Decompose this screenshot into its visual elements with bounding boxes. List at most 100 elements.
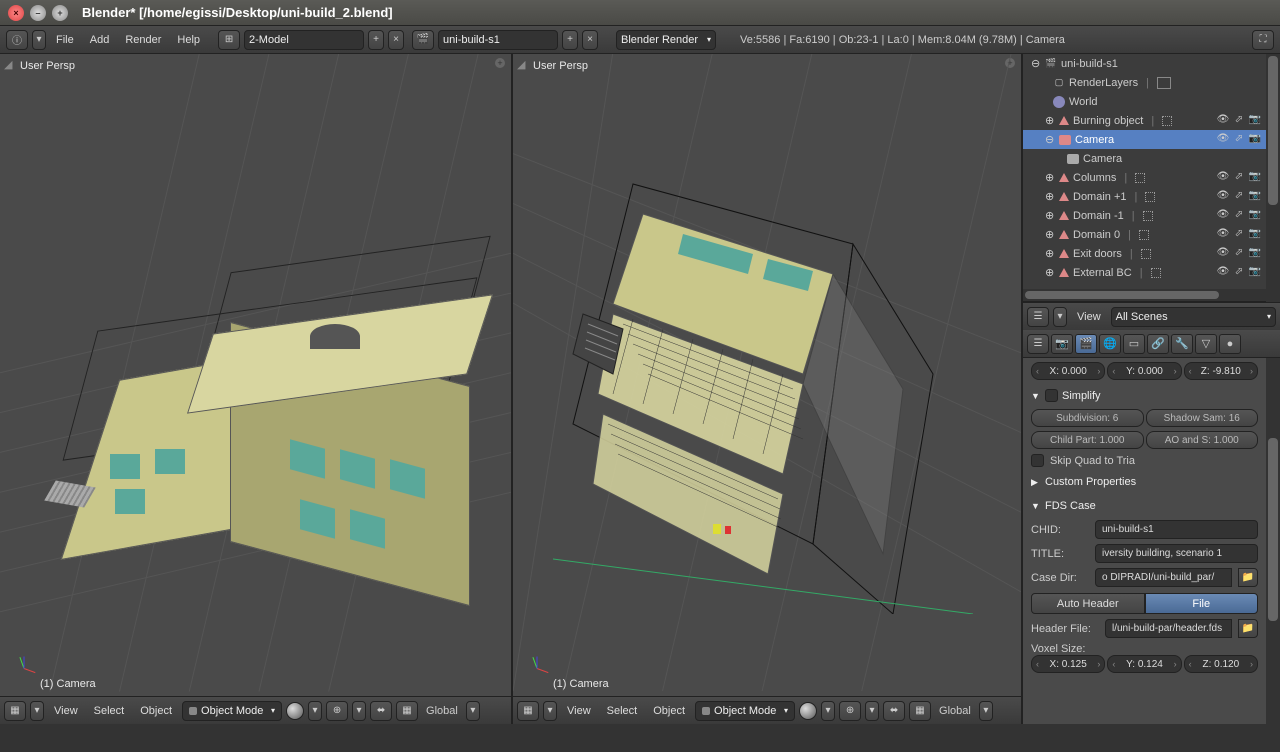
pivot-icon[interactable]: ⊕ bbox=[839, 701, 861, 721]
layout-browse-icon[interactable]: ⊞ bbox=[218, 30, 240, 50]
shading-dropdown-icon[interactable]: ▾ bbox=[821, 701, 835, 721]
expand-icon[interactable]: ⊕ bbox=[1045, 171, 1055, 184]
tab-render-icon[interactable]: 📷 bbox=[1051, 334, 1073, 354]
object-menu[interactable]: Object bbox=[134, 702, 178, 720]
outliner-type-icon[interactable]: ☰ bbox=[1027, 307, 1049, 327]
expand-icon[interactable]: ⊕ bbox=[1045, 209, 1055, 222]
scene-add-button[interactable]: + bbox=[562, 30, 578, 50]
casedir-browse-button[interactable]: 📁 bbox=[1238, 568, 1258, 587]
outliner-object-row[interactable]: ⊕ External BC | 👁⬀📷 bbox=[1023, 263, 1266, 282]
gravity-y-field[interactable]: Y: 0.000 bbox=[1107, 362, 1181, 380]
visibility-icon[interactable]: 👁 bbox=[1216, 209, 1230, 223]
casedir-input[interactable]: o DIPRADI/uni-build_par/ bbox=[1095, 568, 1232, 587]
view-menu[interactable]: View bbox=[561, 702, 597, 720]
properties-scrollbar[interactable] bbox=[1266, 358, 1280, 724]
pivot-dropdown-icon[interactable]: ▾ bbox=[865, 701, 879, 721]
info-icon[interactable]: ⓘ bbox=[6, 30, 28, 50]
tab-object-icon[interactable]: ▭ bbox=[1123, 334, 1145, 354]
renderable-icon[interactable]: 📷 bbox=[1248, 171, 1262, 185]
expand-icon[interactable]: ⊕ bbox=[1045, 190, 1055, 203]
window-close-button[interactable]: × bbox=[8, 5, 24, 21]
layout-add-button[interactable]: + bbox=[368, 30, 384, 50]
selectable-icon[interactable]: ⬀ bbox=[1232, 247, 1246, 261]
renderable-icon[interactable]: 📷 bbox=[1248, 247, 1262, 261]
view-menu[interactable]: View bbox=[48, 702, 84, 720]
orientation-label[interactable]: Global bbox=[422, 705, 462, 717]
menu-render[interactable]: Render bbox=[119, 31, 167, 49]
render-engine-dropdown[interactable]: Blender Render▾ bbox=[616, 30, 716, 50]
menu-add[interactable]: Add bbox=[84, 31, 116, 49]
menu-file[interactable]: File bbox=[50, 31, 80, 49]
disclosure-icon[interactable]: ⊖ bbox=[1045, 133, 1055, 146]
editor-type-icon[interactable]: ▦ bbox=[517, 701, 539, 721]
chid-input[interactable]: uni-build-s1 bbox=[1095, 520, 1258, 539]
outliner-scrollbar-v[interactable] bbox=[1266, 54, 1280, 302]
visibility-icon[interactable]: 👁 bbox=[1216, 228, 1230, 242]
expand-icon[interactable]: ⊕ bbox=[1045, 266, 1055, 279]
auto-header-tab[interactable]: Auto Header bbox=[1031, 593, 1145, 614]
shadow-samples-field[interactable]: Shadow Sam: 16 bbox=[1146, 409, 1259, 427]
scene-name-field[interactable]: uni-build-s1 bbox=[438, 30, 558, 50]
disclosure-icon[interactable]: ▼ bbox=[1031, 391, 1041, 401]
gravity-z-field[interactable]: Z: -9.810 bbox=[1184, 362, 1258, 380]
selectable-icon[interactable]: ⬀ bbox=[1232, 114, 1246, 128]
orientation-label[interactable]: Global bbox=[935, 705, 975, 717]
outliner-object-row[interactable]: ⊕ Burning object | 👁⬀📷 bbox=[1023, 111, 1266, 130]
outliner-object-row[interactable]: ⊕ Domain +1 | 👁⬀📷 bbox=[1023, 187, 1266, 206]
layout-delete-button[interactable]: × bbox=[388, 30, 404, 50]
outliner-camera-row[interactable]: ⊖ Camera 👁⬀📷 bbox=[1023, 130, 1266, 149]
fds-header[interactable]: ▼ FDS Case bbox=[1031, 497, 1258, 515]
shading-dropdown-icon[interactable]: ▾ bbox=[308, 701, 322, 721]
disclosure-icon[interactable]: ▼ bbox=[1031, 501, 1041, 511]
visibility-icon[interactable]: 👁 bbox=[1216, 190, 1230, 204]
layers-icon[interactable]: ▦ bbox=[909, 701, 931, 721]
ao-sss-field[interactable]: AO and S: 1.000 bbox=[1146, 431, 1259, 449]
window-minimize-button[interactable]: – bbox=[30, 5, 46, 21]
selectable-icon[interactable]: ⬀ bbox=[1232, 133, 1246, 147]
expand-icon[interactable]: ⛶ bbox=[1252, 30, 1274, 50]
renderable-icon[interactable]: 📷 bbox=[1248, 266, 1262, 280]
outliner-object-row[interactable]: ⊕ Exit doors | 👁⬀📷 bbox=[1023, 244, 1266, 263]
simplify-checkbox[interactable] bbox=[1045, 389, 1058, 402]
renderable-icon[interactable]: 📷 bbox=[1248, 228, 1262, 242]
collapse-icon[interactable]: ▾ bbox=[1053, 307, 1067, 327]
tab-constraints-icon[interactable]: 🔗 bbox=[1147, 334, 1169, 354]
window-maximize-button[interactable]: + bbox=[52, 5, 68, 21]
headerfile-input[interactable]: l/uni-build-par/header.fds bbox=[1105, 619, 1232, 638]
select-menu[interactable]: Select bbox=[601, 702, 644, 720]
disclosure-icon[interactable]: ⊖ bbox=[1031, 57, 1041, 70]
select-menu[interactable]: Select bbox=[88, 702, 131, 720]
orientation-dropdown-icon[interactable]: ▾ bbox=[466, 701, 480, 721]
manipulator-icon[interactable]: ⬌ bbox=[370, 701, 392, 721]
menu-help[interactable]: Help bbox=[171, 31, 206, 49]
outliner[interactable]: ⊖ 🎬 uni-build-s1 ▢ RenderLayers | World … bbox=[1023, 54, 1266, 302]
collapse-icon[interactable]: ▾ bbox=[32, 30, 46, 50]
orientation-dropdown-icon[interactable]: ▾ bbox=[979, 701, 993, 721]
visibility-icon[interactable]: 👁 bbox=[1216, 114, 1230, 128]
outliner-renderlayers-row[interactable]: ▢ RenderLayers | bbox=[1023, 73, 1266, 92]
visibility-icon[interactable]: 👁 bbox=[1216, 247, 1230, 261]
tab-scene-icon[interactable]: 🎬 bbox=[1075, 334, 1097, 354]
shading-icon[interactable] bbox=[286, 702, 304, 720]
object-menu[interactable]: Object bbox=[647, 702, 691, 720]
simplify-header[interactable]: ▼ Simplify bbox=[1031, 386, 1258, 405]
outliner-scrollbar-h[interactable] bbox=[1023, 289, 1266, 301]
mode-dropdown[interactable]: Object Mode▾ bbox=[695, 701, 795, 721]
collapse-menu-icon[interactable]: ▾ bbox=[543, 701, 557, 721]
pivot-dropdown-icon[interactable]: ▾ bbox=[352, 701, 366, 721]
pivot-icon[interactable]: ⊕ bbox=[326, 701, 348, 721]
renderable-icon[interactable]: 📷 bbox=[1248, 133, 1262, 147]
layout-name-field[interactable]: 2-Model bbox=[244, 30, 364, 50]
layers-icon[interactable]: ▦ bbox=[396, 701, 418, 721]
title-input[interactable]: iversity building, scenario 1 bbox=[1095, 544, 1258, 563]
expand-icon[interactable]: ⊕ bbox=[1045, 228, 1055, 241]
disclosure-icon[interactable]: ▶ bbox=[1031, 477, 1041, 488]
selectable-icon[interactable]: ⬀ bbox=[1232, 228, 1246, 242]
visibility-icon[interactable]: 👁 bbox=[1216, 133, 1230, 147]
viewport-right[interactable]: ◢ User Persp + bbox=[513, 54, 1023, 724]
visibility-icon[interactable]: 👁 bbox=[1216, 171, 1230, 185]
headerfile-browse-button[interactable]: 📁 bbox=[1238, 619, 1258, 638]
voxel-y-field[interactable]: Y: 0.124 bbox=[1107, 655, 1181, 673]
properties-type-icon[interactable]: ☰ bbox=[1027, 334, 1049, 354]
selectable-icon[interactable]: ⬀ bbox=[1232, 266, 1246, 280]
